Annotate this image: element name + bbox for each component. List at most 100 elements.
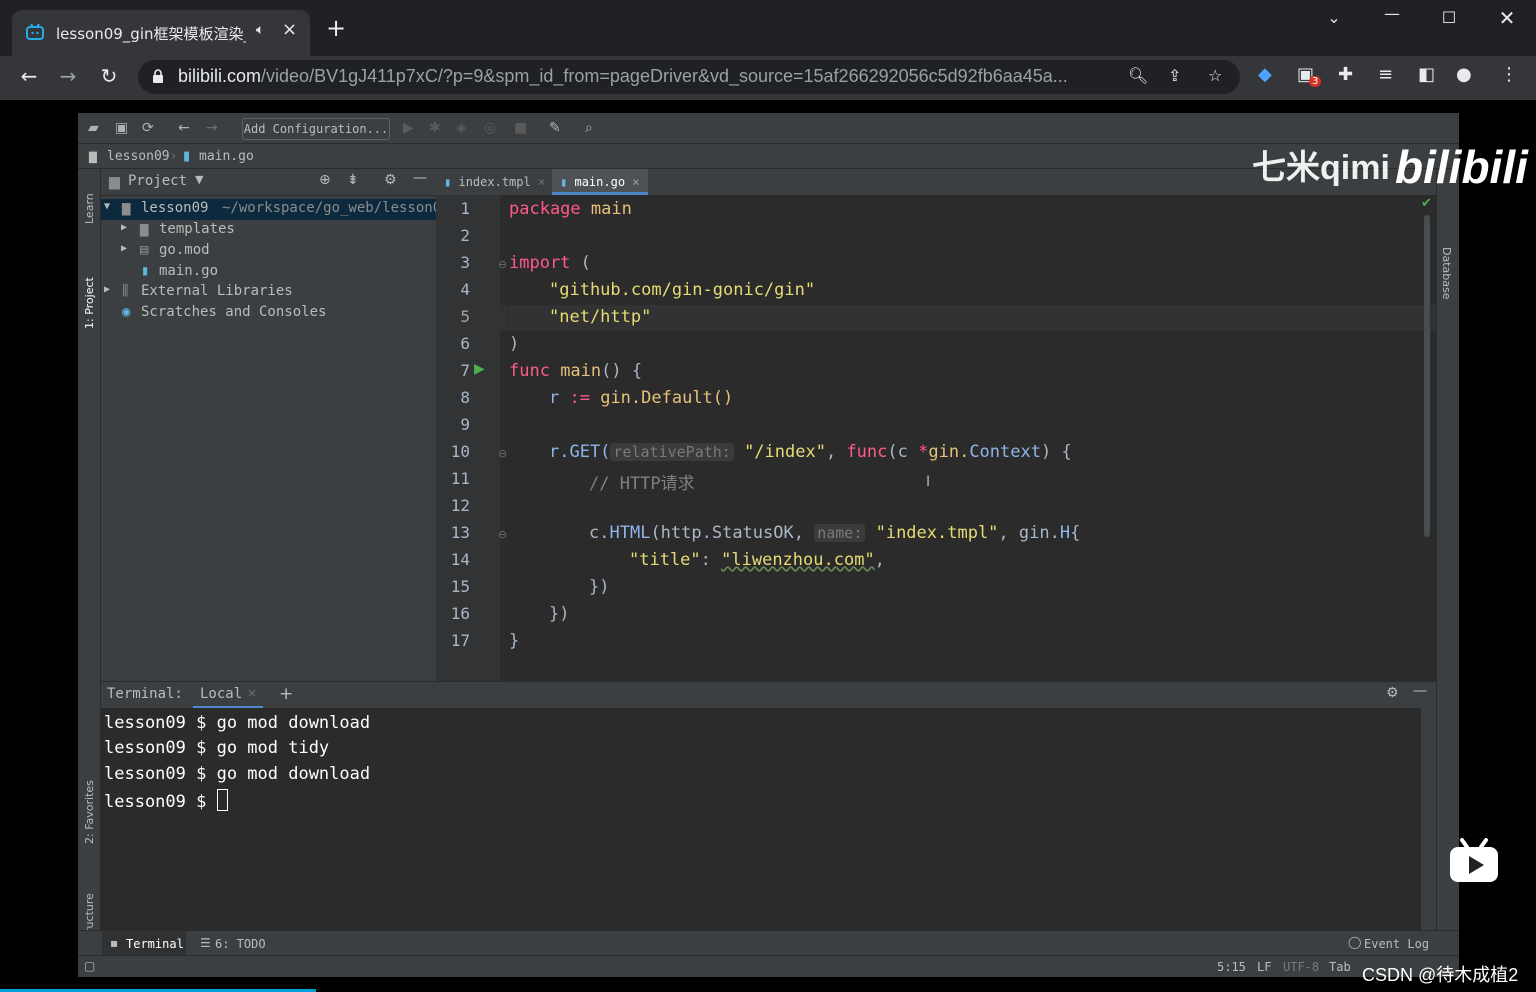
fold-icon[interactable]: ⊖ <box>498 528 507 541</box>
code-line-17: } <box>509 631 520 651</box>
zoom-icon[interactable]: 🔍︎ <box>1128 66 1148 85</box>
line-number: 3 <box>460 253 470 272</box>
go-file-icon: ▮ <box>560 175 568 189</box>
locate-icon[interactable]: ⊕ <box>319 172 331 188</box>
url-text[interactable]: bilibili.com/video/BV1gJ411p7xC/?p=9&spm… <box>178 66 1118 87</box>
project-view-selector[interactable]: Project <box>128 173 187 189</box>
panel-toggle-icon[interactable]: ▢ <box>84 959 95 973</box>
sync-icon[interactable]: ⟳ <box>142 120 154 136</box>
add-configuration-button[interactable]: Add Configuration... <box>242 118 390 140</box>
wrench-icon[interactable]: ✎ <box>549 120 561 136</box>
forward-icon[interactable]: → <box>53 64 83 88</box>
code-line-10: r.GET(relativePath: "/index", func(c *gi… <box>549 442 1072 462</box>
search-everywhere-icon[interactable]: ⌕ <box>585 120 593 136</box>
extension-gem-icon[interactable]: ◆ <box>1258 64 1272 85</box>
close-tab-icon[interactable]: × <box>632 175 639 189</box>
terminal-prompt: lesson09 $ <box>104 789 228 812</box>
bottom-tab-terminal[interactable]: ▪ Terminal <box>102 931 186 956</box>
editor-scrollbar[interactable] <box>1424 215 1430 537</box>
close-tab-icon[interactable]: × <box>247 686 257 700</box>
new-terminal-icon[interactable]: + <box>279 684 293 704</box>
hide-panel-icon[interactable]: — <box>413 170 427 186</box>
profile-icon[interactable]: ● <box>1456 64 1472 85</box>
code-line-3: import ( <box>509 253 591 273</box>
code-line-7: func main() { <box>509 361 643 381</box>
close-tab-icon[interactable]: × <box>282 19 297 40</box>
learn-tool-tab[interactable]: Learn <box>83 193 96 224</box>
tab-label: main.go <box>574 175 626 189</box>
file-encoding[interactable]: UTF-8 <box>1283 960 1319 974</box>
run-icon[interactable]: ▶ <box>403 120 414 136</box>
breadcrumb-file[interactable]: main.go <box>199 149 254 164</box>
reload-icon[interactable]: ↻ <box>94 64 124 88</box>
side-panel-icon[interactable]: ◧ <box>1418 64 1435 85</box>
profile-run-icon[interactable]: ◎ <box>484 120 496 136</box>
minimize-icon[interactable]: — <box>1372 4 1412 23</box>
settings-gear-icon[interactable]: ⚙ <box>1386 685 1399 701</box>
caret-position[interactable]: 5:15 <box>1217 960 1246 974</box>
tree-item-path: ~/workspace/go_web/lesson09 <box>222 200 450 216</box>
code-line-4: "github.com/gin-gonic/gin" <box>549 280 816 300</box>
save-icon[interactable]: ▣ <box>115 120 128 136</box>
collapsed-arrow-icon[interactable]: ▶ <box>121 222 127 233</box>
share-icon[interactable]: ⇪ <box>1168 66 1181 85</box>
dropdown-caret-icon[interactable]: ▼ <box>195 173 203 186</box>
run-main-icon[interactable]: ▶ <box>474 361 485 377</box>
bookmark-star-icon[interactable]: ☆ <box>1208 66 1222 85</box>
code-editor[interactable]: 1 2 3 4 5 6 7 8 9 10 11 12 13 14 15 16 17 ▶ ⊖ ⊖ ⊖ packag… <box>436 195 1436 681</box>
code-line-5: "net/http" <box>549 307 652 327</box>
maximize-icon[interactable]: ☐ <box>1429 8 1469 27</box>
terminal-tab-local[interactable]: Local × <box>193 682 263 708</box>
terminal-output[interactable]: lesson09 $ go mod download lesson09 $ go… <box>101 708 1435 930</box>
extension-media-icon[interactable]: ▣ 3 <box>1297 64 1322 87</box>
back-nav-icon[interactable]: ← <box>178 120 190 136</box>
forward-nav-icon[interactable]: → <box>206 120 218 136</box>
puzzle-icon[interactable]: ✚ <box>1338 64 1353 85</box>
left-tool-strip: Learn 1: Project 2: Favorites Z: Structu… <box>78 169 101 977</box>
code-line-8: r := gin.Default() <box>549 388 734 408</box>
media-queue-icon[interactable]: ≡ <box>1378 64 1393 85</box>
indent-setting[interactable]: Tab <box>1329 960 1351 974</box>
tab-search-icon[interactable]: ⌄ <box>1314 8 1354 27</box>
close-tab-icon[interactable]: × <box>538 175 545 189</box>
breadcrumb-folder-icon: ▆ <box>89 149 97 164</box>
line-number: 7 <box>460 361 470 380</box>
favorites-tool-tab[interactable]: 2: Favorites <box>83 780 96 844</box>
fold-icon[interactable]: ⊖ <box>498 447 507 460</box>
collapse-all-icon[interactable]: ⇟ <box>347 172 359 188</box>
browser-tab[interactable]: lesson09_gin框架模板渲染_ 🔈︎ × <box>12 10 310 56</box>
tab-index-tmpl[interactable]: ▮ index.tmpl × <box>444 169 550 195</box>
open-folder-icon[interactable]: ▰ <box>88 120 99 136</box>
stop-icon[interactable]: ■ <box>514 120 527 136</box>
terminal-scrollbar[interactable] <box>1421 708 1435 930</box>
line-number: 11 <box>450 469 470 488</box>
tab-title: lesson09_gin框架模板渲染_ <box>56 25 246 43</box>
line-separator[interactable]: LF <box>1257 960 1271 974</box>
tab-main-go[interactable]: ▮ main.go × <box>552 169 648 195</box>
debug-icon[interactable]: ✱ <box>429 120 441 136</box>
breadcrumb-project[interactable]: lesson09 <box>107 149 170 164</box>
inspection-ok-icon[interactable]: ✔ <box>1421 196 1432 211</box>
tree-item-lesson09[interactable]: ▼ ▆ lesson09 ~/workspace/go_web/lesson09 <box>101 199 450 220</box>
menu-icon[interactable]: ⋮ <box>1500 64 1518 85</box>
hide-panel-icon[interactable]: — <box>1413 683 1427 699</box>
fold-icon[interactable]: ⊖ <box>498 258 507 271</box>
code-line-13: c.HTML(http.StatusOK, name: "index.tmpl"… <box>589 523 1081 543</box>
coverage-icon[interactable]: ◈ <box>456 120 467 136</box>
code-line-11: // HTTP请求 <box>589 474 695 494</box>
expanded-arrow-icon[interactable]: ▼ <box>104 201 110 212</box>
back-icon[interactable]: ← <box>14 64 44 88</box>
database-tool-tab[interactable]: Database <box>1440 247 1453 300</box>
bilibili-tv-icon[interactable] <box>1448 838 1500 884</box>
close-window-icon[interactable]: ✕ <box>1487 6 1527 30</box>
ide-window: ▰ ▣ ⟳ ← → Add Configuration... ▶ ✱ ◈ ◎ ■… <box>78 113 1459 977</box>
new-tab-button[interactable]: + <box>326 16 346 40</box>
speaker-icon[interactable]: 🔈︎ <box>256 22 264 38</box>
address-bar[interactable]: bilibili.com/video/BV1gJ411p7xC/?p=9&spm… <box>138 60 1240 94</box>
terminal-line: lesson09 $ go mod download <box>104 713 371 733</box>
project-tool-tab[interactable]: 1: Project <box>83 277 96 329</box>
collapsed-arrow-icon[interactable]: ▶ <box>121 243 127 254</box>
settings-gear-icon[interactable]: ⚙ <box>384 172 397 188</box>
collapsed-arrow-icon[interactable]: ▶ <box>104 284 110 295</box>
line-number: 16 <box>450 604 470 623</box>
